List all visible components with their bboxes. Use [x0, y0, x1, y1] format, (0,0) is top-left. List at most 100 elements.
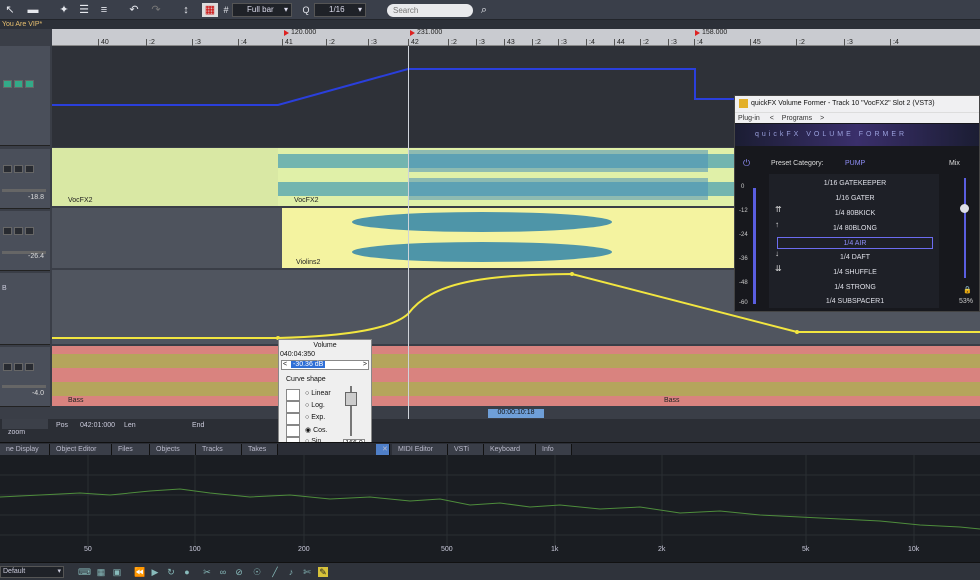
- preset-item[interactable]: 1/4 80BKICK: [777, 208, 933, 220]
- track-header-violins[interactable]: -26.4: [0, 211, 50, 271]
- crossfade-tool-icon[interactable]: ▬: [22, 3, 44, 17]
- pen-icon[interactable]: ✎: [318, 567, 328, 577]
- audio-clip[interactable]: VocFX2: [278, 148, 738, 206]
- keyboard-icon[interactable]: ⌨: [78, 567, 91, 577]
- prev-icon[interactable]: <: [770, 115, 774, 122]
- double-up-icon[interactable]: ⇈: [775, 205, 782, 214]
- cos-curve-icon[interactable]: [286, 425, 300, 437]
- volume-fader[interactable]: [2, 385, 46, 388]
- timeline-ruler[interactable]: 120.000 231.000 158.000 40 :2 :3 :4 41 :…: [52, 29, 980, 46]
- up-icon[interactable]: ↑: [775, 220, 779, 229]
- left-arrow-icon[interactable]: <: [283, 361, 287, 368]
- tempo-marker[interactable]: 158.000: [695, 29, 727, 37]
- search-icon[interactable]: ⌕: [476, 3, 492, 17]
- curve-option[interactable]: ○ Exp.: [305, 414, 325, 421]
- mute-icon[interactable]: [3, 363, 12, 371]
- mix-slider[interactable]: [964, 178, 966, 278]
- snap-icon[interactable]: ✦: [56, 3, 72, 17]
- tempo-marker[interactable]: 120.000: [284, 29, 316, 37]
- track-header-automation[interactable]: B: [0, 273, 50, 345]
- volume-value-field[interactable]: -30.36 dB: [291, 361, 326, 368]
- solo-icon[interactable]: [14, 165, 23, 173]
- log-curve-icon[interactable]: [286, 401, 300, 413]
- preset-item[interactable]: 1/16 GATER: [777, 193, 933, 205]
- value-spinner[interactable]: < -30.36 dB >: [281, 360, 369, 370]
- play-icon[interactable]: ▶: [150, 567, 160, 577]
- bass-lane[interactable]: Bass Bass: [52, 346, 980, 406]
- zoom-controls[interactable]: [2, 419, 48, 429]
- monitor-icon[interactable]: [25, 80, 34, 88]
- pos-value[interactable]: 042:01:000: [80, 422, 115, 429]
- pointer-tool-icon[interactable]: ↖: [2, 3, 18, 17]
- loop-icon[interactable]: ↻: [166, 567, 176, 577]
- preset-select[interactable]: Default ▾: [0, 566, 64, 578]
- preset-item[interactable]: 1/4 SUBSPACER1: [777, 296, 933, 308]
- track-header-master[interactable]: [0, 46, 50, 146]
- scissors-icon[interactable]: ✄: [302, 567, 312, 577]
- audio-clip[interactable]: Violins2: [282, 208, 736, 268]
- curve-option-selected[interactable]: ◉ Cos.: [305, 426, 327, 434]
- chevron-down-icon: ▾: [57, 568, 61, 575]
- linear-curve-icon[interactable]: [286, 389, 300, 401]
- snap-mode-select[interactable]: Full bar ▾: [232, 3, 292, 17]
- window-icon[interactable]: ▣: [112, 567, 122, 577]
- curve-option[interactable]: ○ Linear: [305, 390, 331, 397]
- mute-icon[interactable]: [3, 227, 12, 235]
- track-header-bass[interactable]: -4.0: [0, 347, 50, 407]
- preset-item[interactable]: 1/4 80BLONG: [777, 223, 933, 235]
- fx-icon[interactable]: [25, 165, 34, 173]
- mix-slider-handle[interactable]: [960, 204, 969, 213]
- exp-curve-icon[interactable]: [286, 413, 300, 425]
- preset-category-value[interactable]: PUMP: [845, 160, 865, 167]
- fx-icon[interactable]: [25, 363, 34, 371]
- play-icon[interactable]: [3, 80, 12, 88]
- menu-plugin[interactable]: Plug-in: [738, 115, 760, 122]
- plugin-window[interactable]: quickFX Volume Former - Track 10 "VocFX2…: [734, 95, 980, 312]
- curve-option[interactable]: ○ Log.: [305, 402, 325, 409]
- menu-programs[interactable]: Programs: [782, 115, 812, 122]
- volume-icon[interactable]: ♪: [286, 567, 296, 577]
- cursor-icon[interactable]: ↕: [178, 3, 194, 17]
- volume-popup[interactable]: Volume 040:04:350 < -30.36 dB > Curve sh…: [278, 339, 372, 453]
- power-icon[interactable]: ⏻: [743, 158, 750, 169]
- mute-icon[interactable]: ⊘: [234, 567, 244, 577]
- grid-toggle-icon[interactable]: ▦: [202, 3, 218, 17]
- list-icon[interactable]: ☰: [76, 3, 92, 17]
- grid-view-icon[interactable]: ▦: [96, 567, 106, 577]
- ruler-tick: 43: [504, 39, 515, 46]
- down-icon[interactable]: ↓: [775, 249, 779, 258]
- fx-icon[interactable]: [25, 227, 34, 235]
- quantize-select[interactable]: 1/16 ▾: [314, 3, 366, 17]
- curve-slider-handle[interactable]: [345, 392, 357, 406]
- solo-icon[interactable]: [14, 363, 23, 371]
- split-icon[interactable]: ✂: [202, 567, 212, 577]
- fade-icon[interactable]: ╱: [270, 567, 280, 577]
- preset-list[interactable]: 1/16 GATEKEEPER 1/16 GATER 1/4 80BKICK 1…: [769, 174, 939, 308]
- freq-label: 1k: [551, 546, 559, 553]
- right-arrow-icon[interactable]: >: [363, 361, 367, 368]
- record-icon[interactable]: ●: [182, 567, 192, 577]
- playhead[interactable]: [408, 46, 409, 419]
- rewind-icon[interactable]: ⏪: [134, 567, 145, 577]
- track-header-vocfx[interactable]: -18.8: [0, 149, 50, 209]
- preset-item[interactable]: 1/4 DAFT: [777, 252, 933, 264]
- double-down-icon[interactable]: ⇊: [775, 264, 782, 273]
- mute-icon[interactable]: [3, 165, 12, 173]
- volume-fader[interactable]: [2, 189, 46, 192]
- spectrum-graph: [0, 455, 980, 547]
- solo-icon[interactable]: ☉: [252, 567, 262, 577]
- redo-icon[interactable]: ↷: [148, 3, 164, 17]
- search-input[interactable]: [387, 4, 473, 17]
- tempo-marker[interactable]: 231.000: [410, 29, 442, 37]
- preset-item[interactable]: 1/4 STRONG: [777, 282, 933, 294]
- align-icon[interactable]: ≡: [96, 3, 112, 17]
- preset-item-selected[interactable]: 1/4 AIR: [777, 237, 933, 249]
- preset-item[interactable]: 1/16 GATEKEEPER: [777, 178, 933, 190]
- record-icon[interactable]: [14, 80, 23, 88]
- link-icon[interactable]: ∞: [218, 567, 228, 577]
- lock-icon[interactable]: 🔒: [963, 286, 972, 294]
- next-icon[interactable]: >: [820, 115, 824, 122]
- solo-icon[interactable]: [14, 227, 23, 235]
- preset-item[interactable]: 1/4 SHUFFLE: [777, 267, 933, 279]
- undo-icon[interactable]: ↶: [126, 3, 142, 17]
